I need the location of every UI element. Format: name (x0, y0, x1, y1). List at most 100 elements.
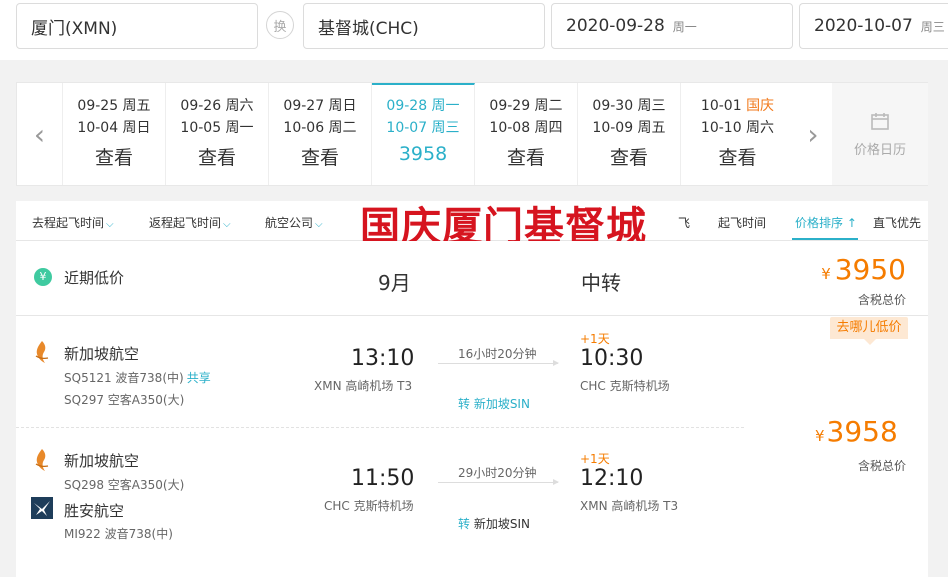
sort-takeoff-time[interactable]: 起飞时间 (718, 214, 766, 231)
sort-price-label: 价格排序 (795, 216, 844, 230)
arrow-up-icon: ↑ (846, 216, 857, 230)
outbound-depart-airport: XMN 高崎机场 T3 (314, 379, 413, 393)
low-price-transfer: 中转 (581, 271, 621, 295)
date-out: 09-26 周六 (180, 98, 254, 114)
outbound-flight-1: SQ5121 波音738(中) 共享 (64, 369, 211, 386)
inbound-flight-1: SQ298 空客A350(大) (64, 478, 185, 492)
sort-takeoff-label: 起飞时间 (718, 216, 767, 230)
date-cell-1001[interactable]: 10-01 国庆 10-10 周六 查看 (681, 83, 794, 185)
filter-depart-time-label: 去程起飞时间 (32, 216, 105, 230)
qunar-low-price-tag[interactable]: 去哪儿低价 (830, 317, 908, 345)
date-out: 09-30 周三 (592, 98, 666, 114)
inbound-flight-2: MI922 波音738(中) (64, 527, 173, 541)
segment-divider (16, 427, 744, 428)
chevron-left-icon[interactable]: ‹ (17, 83, 63, 185)
outbound-depart-time: 13:10 (351, 346, 415, 371)
chevron-right-icon[interactable]: › (794, 83, 832, 185)
result-tax-note: 含税总价 (858, 459, 907, 473)
filter-airline[interactable]: 航空公司 ⌵ (265, 214, 323, 231)
date-back: 10-07 周三 (386, 120, 460, 136)
date-cell-0930[interactable]: 09-30 周三 10-09 周五 查看 (578, 83, 681, 185)
filter-depart-time[interactable]: 去程起飞时间 ⌵ (32, 214, 114, 231)
to-city-value: 基督城(CHC) (318, 18, 419, 39)
date-price: 3958 (398, 143, 448, 165)
yen-icon: ¥ (34, 268, 52, 286)
from-city-field[interactable]: 厦门(XMN) (16, 3, 258, 49)
date-back: 10-09 周五 (592, 120, 666, 136)
from-city-value: 厦门(XMN) (31, 18, 118, 39)
date-out: 09-29 周二 (489, 98, 563, 114)
return-date-value: 2020-10-07 (814, 16, 913, 36)
currency-symbol: ¥ (815, 427, 825, 445)
outbound-duration-arrow (438, 360, 559, 366)
date-cell-0927[interactable]: 09-27 周日 10-06 周二 查看 (269, 83, 372, 185)
date-back: 10-04 周日 (77, 120, 151, 136)
singapore-airlines-logo-icon (35, 449, 49, 471)
sort-price[interactable]: 价格排序 ↑ (795, 214, 857, 231)
swap-cities-button[interactable]: 换 (266, 11, 294, 39)
tax-note: 含税总价 (857, 293, 906, 307)
inbound-airline2-name: 胜安航空 (64, 502, 125, 520)
inbound-depart-airport: CHC 克斯特机场 (324, 499, 414, 513)
depart-date-dow: 周一 (672, 19, 697, 34)
inbound-arrive-airport: XMN 高崎机场 T3 (580, 499, 679, 513)
chevron-down-icon: ⌵ (315, 219, 323, 230)
filter-fragment-label: 飞 (678, 216, 691, 230)
inbound-depart-time: 11:50 (351, 466, 415, 491)
inbound-via: 转 新加坡SIN (458, 515, 530, 532)
price-calendar-button[interactable]: 价格日历 (832, 83, 928, 185)
calendar-icon (871, 113, 889, 130)
outbound-airline-name: 新加坡航空 (64, 345, 140, 363)
filter-fragment: 飞 (678, 214, 690, 231)
date-out: 09-25 周五 (77, 98, 151, 114)
filter-airline-label: 航空公司 (265, 216, 314, 230)
date-out: 09-27 周日 (283, 98, 357, 114)
low-price-amount: ¥3950 (821, 253, 906, 286)
outbound-arrive-airport: CHC 克斯特机场 (580, 379, 670, 393)
date-back: 10-06 周二 (283, 120, 357, 136)
outbound-plus-day: +1天 (580, 332, 610, 346)
filter-return-time[interactable]: 返程起飞时间 ⌵ (149, 214, 231, 231)
codeshare-label: 共享 (186, 371, 211, 385)
inbound-plus-day: +1天 (580, 452, 610, 466)
sort-direct-first[interactable]: 直飞优先 (873, 214, 921, 231)
low-price-label: 近期低价 (64, 269, 125, 287)
holiday-label: 国庆 (746, 98, 775, 114)
result-price-value: 3958 (826, 415, 898, 448)
depart-date-value: 2020-09-28 (566, 16, 665, 36)
return-date-field[interactable]: 2020-10-07 周三 (799, 3, 948, 49)
date-back: 10-05 周一 (180, 120, 254, 136)
to-city-field[interactable]: 基督城(CHC) (303, 3, 545, 49)
recent-low-price-row[interactable]: ¥ 近期低价 9月 中转 ¥3950 含税总价 (16, 241, 928, 316)
outbound-arrive-time: 10:30 (580, 346, 644, 371)
swap-label: 换 (273, 19, 287, 35)
silkair-logo-icon (31, 497, 53, 519)
sort-direct-label: 直飞优先 (873, 216, 922, 230)
outbound-flight-1-text: SQ5121 波音738(中) (64, 371, 184, 385)
date-back: 10-08 周四 (489, 120, 563, 136)
date-cell-0925[interactable]: 09-25 周五 10-04 周日 查看 (63, 83, 166, 185)
date-price: 查看 (300, 147, 339, 169)
date-price: 查看 (718, 147, 757, 169)
sort-active-underline (792, 238, 858, 240)
currency-symbol: ¥ (821, 265, 831, 283)
filter-return-time-label: 返程起飞时间 (149, 216, 222, 230)
chevron-down-icon: ⌵ (223, 219, 231, 230)
date-cell-0928-selected[interactable]: 09-28 周一 10-07 周三 3958 (372, 83, 475, 185)
depart-date-field[interactable]: 2020-09-28 周一 (551, 3, 793, 49)
date-price: 查看 (197, 147, 236, 169)
inbound-duration: 29小时20分钟 (458, 466, 537, 480)
date-out: 10-01 国庆 (681, 95, 794, 117)
date-strip: ‹ 09-25 周五 10-04 周日 查看 09-26 周六 10-05 周一… (16, 82, 928, 186)
date-price: 查看 (506, 147, 545, 169)
price-calendar-label: 价格日历 (853, 143, 906, 158)
inbound-duration-arrow (438, 479, 559, 485)
inbound-via-prefix: 转 (458, 517, 471, 531)
date-out-day: 10-01 (700, 98, 742, 114)
date-cell-0926[interactable]: 09-26 周六 10-05 周一 查看 (166, 83, 269, 185)
date-cell-0929[interactable]: 09-29 周二 10-08 周四 查看 (475, 83, 578, 185)
search-bar: 厦门(XMN) 换 基督城(CHC) 2020-09-28 周一 2020-10… (0, 0, 948, 60)
date-back: 10-10 周六 (700, 120, 775, 136)
inbound-via-city: 新加坡SIN (473, 517, 530, 531)
inbound-arrive-time: 12:10 (580, 466, 644, 491)
